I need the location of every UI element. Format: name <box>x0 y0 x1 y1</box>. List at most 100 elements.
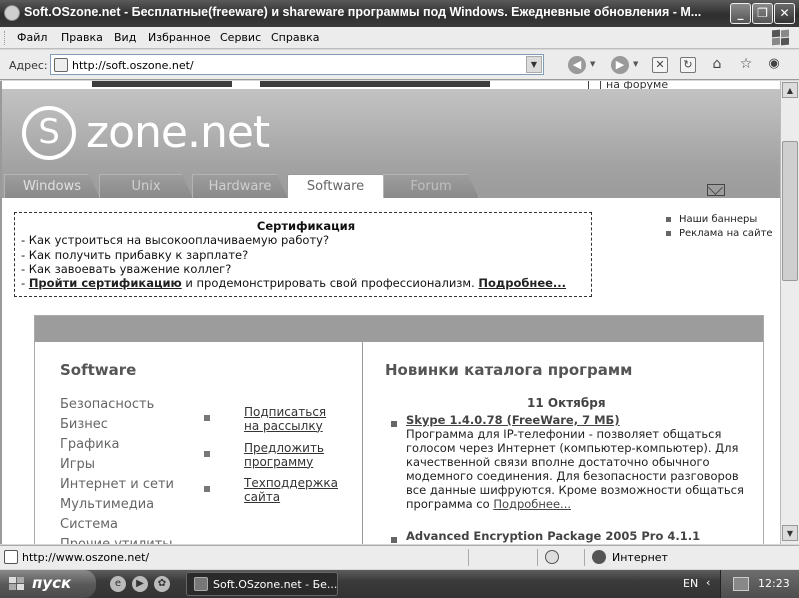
suggest-program-link[interactable]: Предложить программу <box>244 441 324 469</box>
status-bar: http://www.oszone.net/ Интернет <box>0 545 799 569</box>
cert-more-link[interactable]: Подробнее... <box>478 276 566 290</box>
address-label: Адрес: <box>9 59 48 72</box>
category-graphics[interactable]: Графика <box>60 435 174 455</box>
tab-windows[interactable]: Windows <box>4 174 100 198</box>
menu-edit[interactable]: Правка <box>61 31 103 44</box>
cert-line: - Пройти сертификацию и продемонстрирова… <box>21 276 567 291</box>
start-label: пуск <box>32 574 72 592</box>
address-input[interactable]: http://soft.oszone.net/ ▼ <box>50 54 544 75</box>
forward-dropdown-icon[interactable]: ▼ <box>633 60 638 68</box>
media-player-quicklaunch-icon[interactable]: ▶ <box>132 576 148 592</box>
back-icon[interactable]: ◀ <box>568 56 586 74</box>
banners-link[interactable]: Наши баннеры <box>666 213 773 227</box>
content-panel: Software Безопасность Бизнес Графика Игр… <box>34 315 764 544</box>
privacy-icon[interactable] <box>545 550 559 564</box>
category-multimedia[interactable]: Мультимедиа <box>60 495 174 515</box>
side-links: Наши баннеры Реклама на сайте <box>666 213 773 241</box>
home-icon[interactable]: ⌂ <box>709 57 725 73</box>
forward-icon[interactable]: ▶ <box>611 56 629 74</box>
category-system[interactable]: Система <box>60 515 174 535</box>
cert-title: Сертификация <box>256 219 356 233</box>
program-bullet-icon <box>391 537 397 543</box>
menu-help[interactable]: Справка <box>271 31 319 44</box>
program-title-link[interactable]: Advanced Encryption Package 2005 Pro 4.1… <box>406 529 756 543</box>
tab-unix[interactable]: Unix <box>99 174 193 198</box>
ie-icon <box>4 5 20 21</box>
desktop: Soft.OSzone.net - Бесплатные(freeware) и… <box>0 0 799 598</box>
menu-tools[interactable]: Сервис <box>220 31 261 44</box>
mail-icon[interactable] <box>707 184 725 196</box>
cert-line: - Как получить прибавку к зарплате? <box>21 247 249 262</box>
tab-software[interactable]: Software <box>287 174 384 198</box>
close-button[interactable]: ✕ <box>774 3 795 24</box>
internet-zone-icon <box>592 550 606 564</box>
advertising-link[interactable]: Реклама на сайте <box>666 227 773 241</box>
category-security[interactable]: Безопасность <box>60 395 174 415</box>
panel-divider <box>362 342 363 544</box>
maximize-button[interactable]: ❐ <box>752 3 773 24</box>
program-description: Программа для IP-телефонии - позволяет о… <box>406 427 744 511</box>
back-dropdown-icon[interactable]: ▼ <box>590 60 595 68</box>
program-more-link[interactable]: Подробнее... <box>493 497 571 511</box>
software-title: Software <box>60 361 137 379</box>
category-list: Безопасность Бизнес Графика Игры Интерне… <box>60 395 174 544</box>
page-icon <box>54 58 68 72</box>
support-link[interactable]: Техподдержка сайта <box>244 476 338 504</box>
tray-expand-icon[interactable]: ‹ <box>706 576 710 589</box>
menu-favorites[interactable]: Избранное <box>148 31 210 44</box>
tab-forum[interactable]: Forum <box>383 174 479 198</box>
address-url: http://soft.oszone.net/ <box>72 59 194 72</box>
program-title-link[interactable]: Skype 1.4.0.78 (FreeWare, 7 МБ) <box>406 413 756 427</box>
menu-view[interactable]: Вид <box>114 31 136 44</box>
security-zone: Интернет <box>612 551 668 564</box>
category-games[interactable]: Игры <box>60 455 174 475</box>
menu-file[interactable]: Файл <box>17 31 47 44</box>
program-item: Advanced Encryption Package 2005 Pro 4.1… <box>406 529 756 543</box>
start-button[interactable]: пуск <box>0 570 96 598</box>
catalog-title: Новинки каталога программ <box>385 361 633 379</box>
certification-box: Сертификация - Как устроиться на высокоо… <box>14 212 592 297</box>
menu-bar: Файл Правка Вид Избранное Сервис Справка <box>0 27 799 49</box>
page-status-icon <box>4 550 18 564</box>
address-dropdown-button[interactable]: ▼ <box>526 56 542 73</box>
ie-task-icon <box>194 577 208 591</box>
program-item: Skype 1.4.0.78 (FreeWare, 7 МБ) Программ… <box>406 413 756 511</box>
toolbar-grip <box>4 31 7 45</box>
scroll-down-icon[interactable]: ▼ <box>782 525 798 541</box>
action-bullet-icon <box>204 486 210 492</box>
taskbar-item-browser[interactable]: Soft.OSzone.net - Бе... <box>186 572 338 596</box>
favorites-star-icon[interactable]: ☆ <box>738 57 754 73</box>
status-url: http://www.oszone.net/ <box>22 551 150 564</box>
network-tray-icon[interactable] <box>733 577 749 591</box>
window-titlebar[interactable]: Soft.OSzone.net - Бесплатные(freeware) и… <box>0 0 799 27</box>
taskbar: пуск e ▶ ✿ Soft.OSzone.net - Бе... EN ‹ … <box>0 570 799 598</box>
cert-link[interactable]: Пройти сертификацию <box>29 276 182 290</box>
program-bullet-icon <box>391 421 397 427</box>
window-title: Soft.OSzone.net - Бесплатные(freeware) и… <box>24 5 702 19</box>
tab-hardware[interactable]: Hardware <box>192 174 288 198</box>
category-internet[interactable]: Интернет и сети <box>60 475 174 495</box>
oszone-logo-icon[interactable]: S <box>22 106 76 160</box>
scroll-thumb[interactable] <box>782 141 798 281</box>
system-tray: 12:23 <box>720 570 799 598</box>
stop-icon[interactable]: ✕ <box>652 57 668 73</box>
page-viewport: на форуме S zone.net Windows Unix Hardwa… <box>0 81 780 544</box>
action-bullet-icon <box>204 415 210 421</box>
ie-quicklaunch-icon[interactable]: e <box>110 576 126 592</box>
category-business[interactable]: Бизнес <box>60 415 174 435</box>
catalog-date: 11 Октября <box>527 396 606 410</box>
category-utilities[interactable]: Прочие утилиты <box>60 535 174 544</box>
logo-text[interactable]: zone.net <box>86 107 270 158</box>
cert-line: - Как устроиться на высокооплачиваемую р… <box>21 233 330 248</box>
media-icon[interactable]: ◉ <box>766 57 782 73</box>
vertical-scrollbar[interactable]: ▲ ▼ <box>780 81 799 544</box>
minimize-button[interactable]: _ <box>730 3 751 24</box>
clock[interactable]: 12:23 <box>758 577 790 590</box>
subscribe-link[interactable]: Подписаться на рассылку <box>244 405 326 433</box>
messenger-quicklaunch-icon[interactable]: ✿ <box>154 576 170 592</box>
scroll-up-icon[interactable]: ▲ <box>782 82 798 98</box>
cert-line: - Как завоевать уважение коллег? <box>21 261 232 276</box>
panel-band <box>35 316 763 342</box>
refresh-icon[interactable]: ↻ <box>680 57 696 73</box>
language-indicator[interactable]: EN <box>683 577 698 590</box>
